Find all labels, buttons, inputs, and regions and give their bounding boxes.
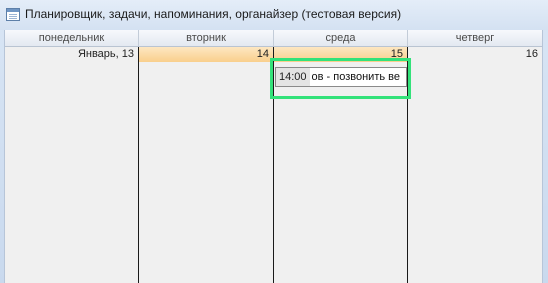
day-cell-tuesday[interactable]: 14 [139, 47, 274, 283]
app-window: Планировщик, задачи, напоминания, органа… [0, 0, 548, 283]
calendar-event[interactable]: 14:00 ов - позвонить ве [275, 67, 407, 87]
day-headers: понедельник вторник среда четверг [5, 30, 542, 47]
title-bar: Планировщик, задачи, напоминания, органа… [0, 0, 548, 30]
day-header-monday: понедельник [5, 30, 139, 46]
window-title: Планировщик, задачи, напоминания, органа… [25, 7, 402, 21]
day-cell-monday[interactable]: Январь, 13 [5, 47, 139, 283]
date-label-monday: Январь, 13 [77, 48, 134, 60]
day-header-wednesday: среда [274, 30, 408, 46]
calendar-app-icon [6, 8, 20, 21]
day-header-tuesday: вторник [139, 30, 274, 46]
date-label-thursday: 16 [525, 48, 538, 60]
calendar-week-view: понедельник вторник среда четверг Январь… [4, 30, 543, 283]
date-label-wednesday: 15 [274, 47, 407, 62]
day-header-thursday: четверг [455, 32, 495, 44]
day-columns: Январь, 13 14 15 14:00 ов - позвонить ве… [5, 47, 542, 283]
date-label-tuesday: 14 [139, 47, 273, 62]
event-time: 14:00 [276, 68, 310, 86]
day-cell-wednesday[interactable]: 15 14:00 ов - позвонить ве [274, 47, 408, 283]
day-cell-thursday[interactable]: 16 [408, 47, 542, 283]
event-title: ов - позвонить ве [311, 71, 400, 83]
